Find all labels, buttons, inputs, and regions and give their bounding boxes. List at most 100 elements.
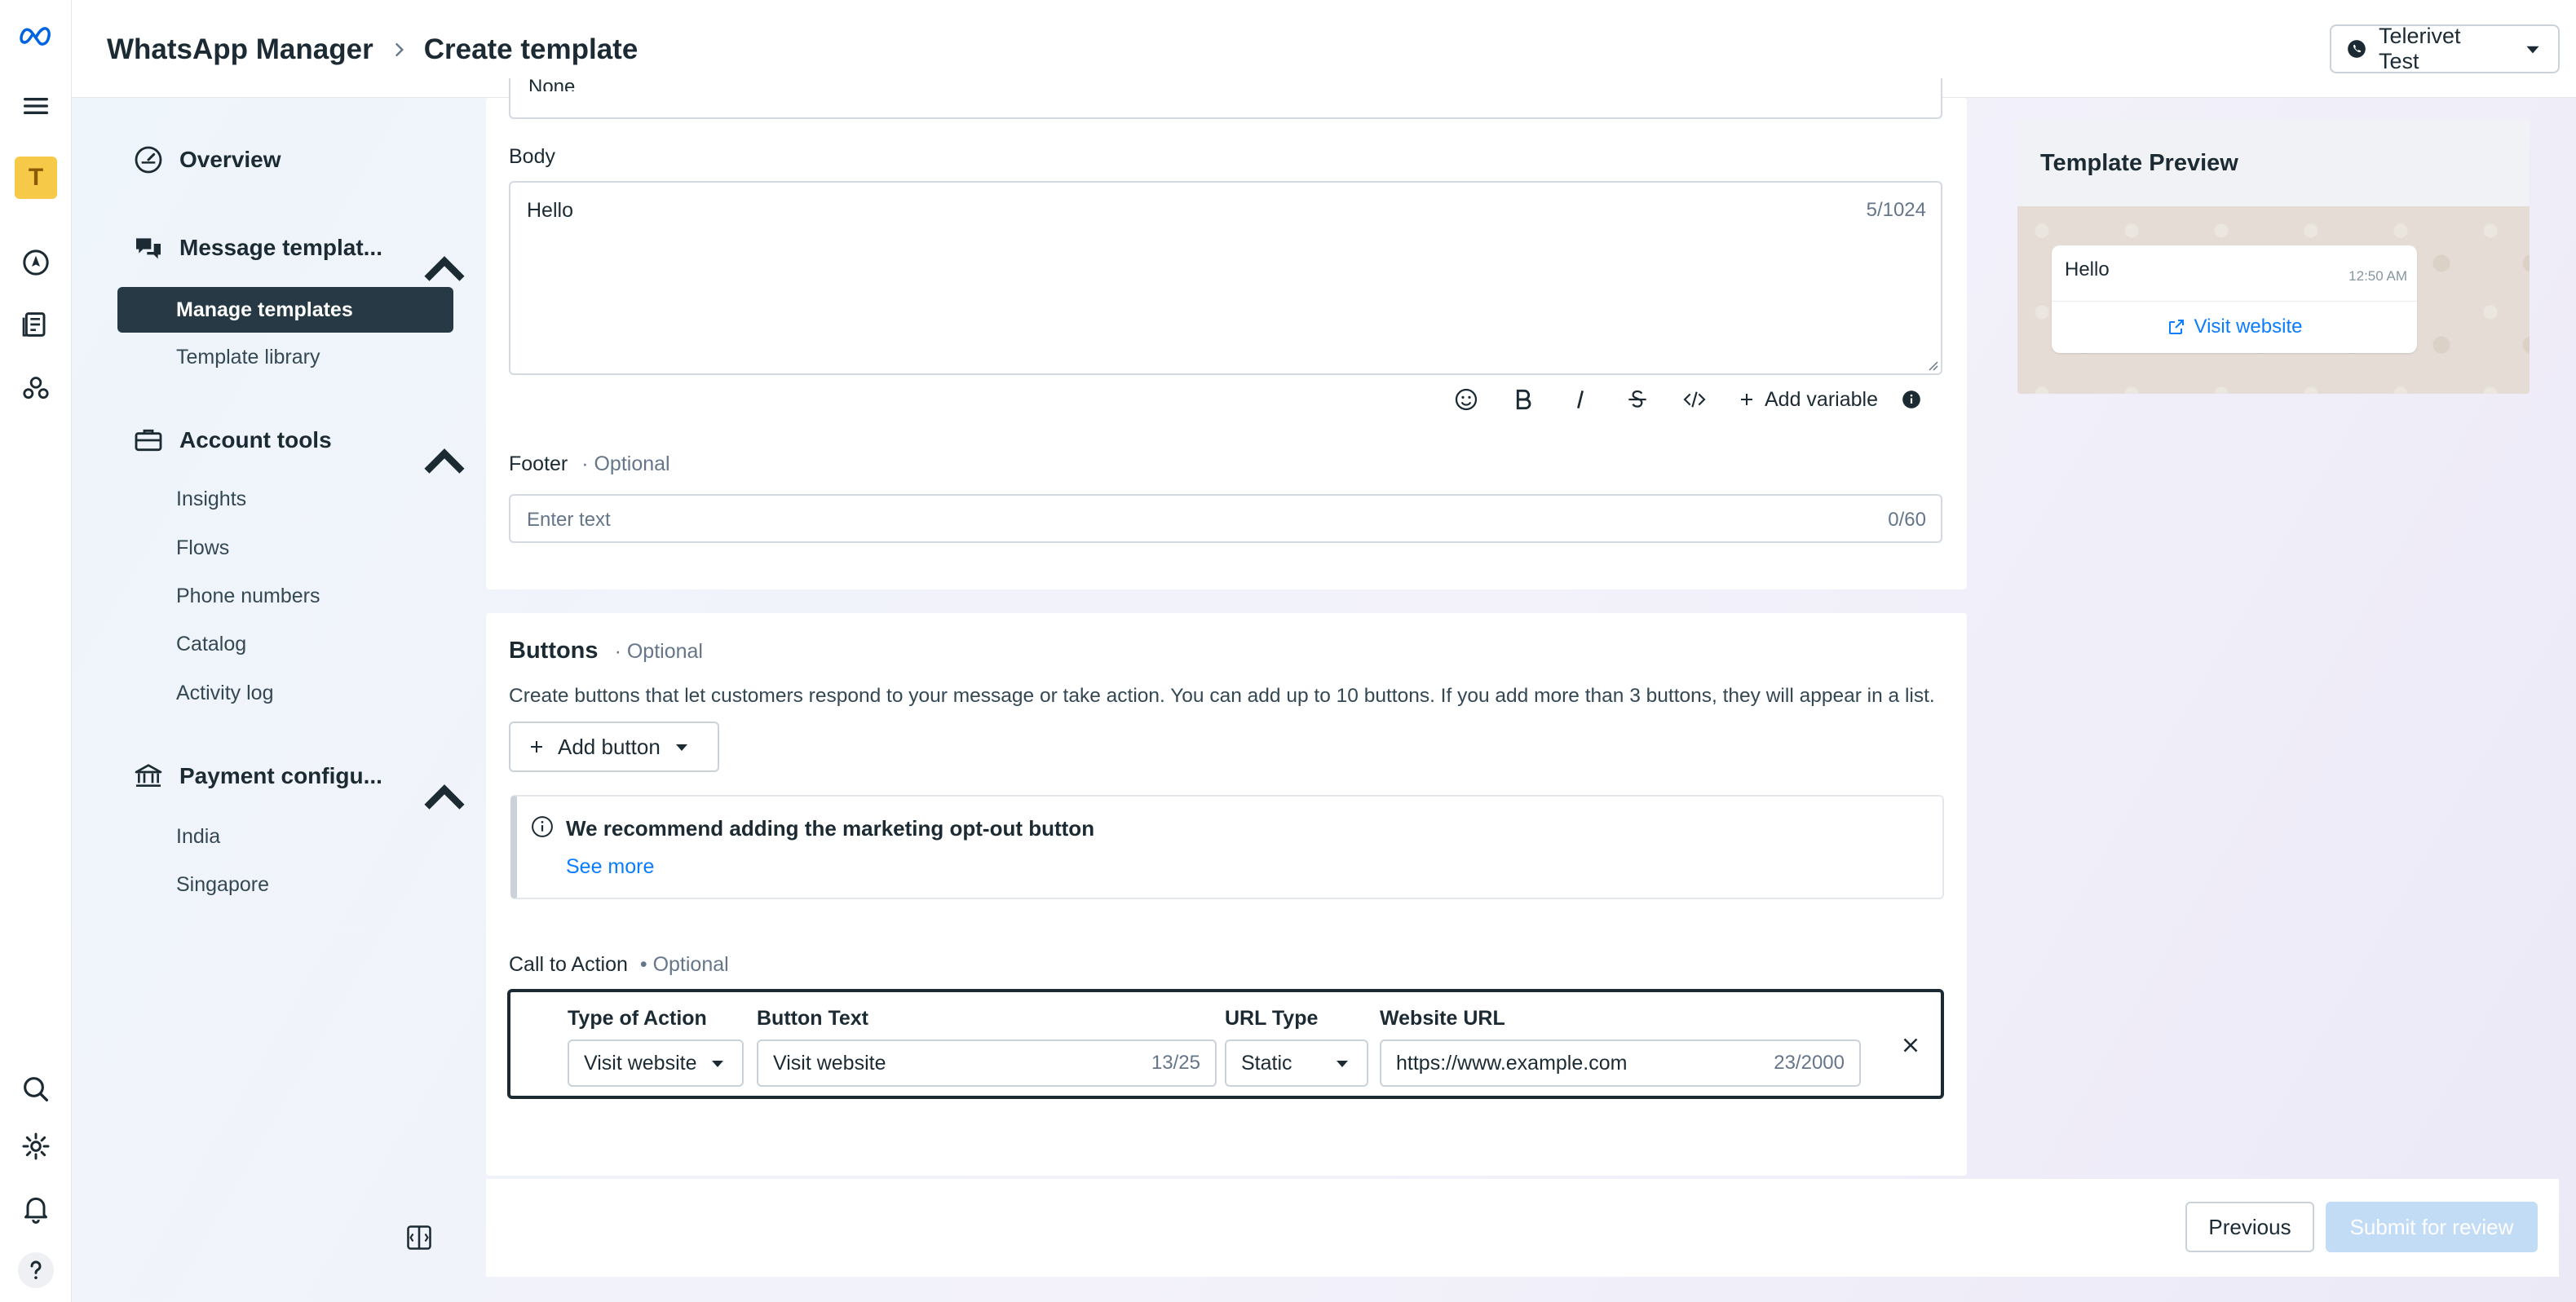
plus-icon bbox=[1737, 390, 1756, 409]
code-icon[interactable] bbox=[1680, 385, 1709, 414]
info-outline-icon bbox=[530, 814, 555, 839]
page-title: Create template bbox=[423, 33, 638, 65]
sidebar-item-india[interactable]: India bbox=[176, 825, 220, 849]
header-select-value: None bbox=[528, 78, 576, 91]
business-assets-icon[interactable] bbox=[18, 370, 54, 406]
call-to-action-label: Call to Action • Optional bbox=[509, 953, 729, 977]
gear-icon[interactable] bbox=[18, 1128, 54, 1164]
bell-icon[interactable] bbox=[18, 1190, 54, 1226]
buttons-section-title: Buttons · Optional bbox=[509, 638, 703, 664]
bottom-action-bar: Previous Submit for review bbox=[486, 1179, 2559, 1277]
cta-optional-tag: • Optional bbox=[639, 953, 729, 976]
website-url-label: Website URL bbox=[1380, 1007, 1505, 1030]
preview-message-text: Hello bbox=[2065, 258, 2110, 280]
url-type-value: Static bbox=[1241, 1051, 1292, 1075]
sidebar-label-message-templates: Message templat... bbox=[179, 235, 382, 260]
body-text-value: Hello bbox=[527, 199, 573, 222]
chevron-up-icon[interactable] bbox=[409, 763, 479, 833]
sidebar-item-manage-templates[interactable]: Manage templates bbox=[117, 287, 453, 333]
preview-timestamp: 12:50 AM bbox=[2348, 268, 2407, 284]
account-avatar[interactable]: T bbox=[15, 157, 57, 199]
header-select[interactable]: None bbox=[509, 78, 1942, 119]
close-icon[interactable] bbox=[1898, 1033, 1923, 1057]
help-icon[interactable] bbox=[18, 1252, 54, 1288]
buttons-optional-tag: · Optional bbox=[614, 640, 703, 663]
preview-visit-website-button[interactable]: Visit website bbox=[2052, 302, 2417, 351]
button-text-input[interactable]: Visit website 13/25 bbox=[757, 1039, 1217, 1087]
sidebar-item-payment-configuration[interactable]: Payment configu... bbox=[132, 760, 382, 792]
footer-placeholder: Enter text bbox=[527, 509, 611, 531]
button-text-label: Button Text bbox=[757, 1007, 869, 1030]
footer-char-counter: 0/60 bbox=[1888, 509, 1926, 531]
sidebar: Overview Message templat... Manage templ… bbox=[72, 98, 479, 1302]
resize-handle-icon[interactable] bbox=[1926, 359, 1939, 372]
body-textarea[interactable]: Hello 5/1024 bbox=[509, 181, 1942, 375]
add-variable-button[interactable]: Add variable bbox=[1737, 388, 1878, 412]
chevron-right-icon bbox=[388, 39, 409, 60]
buttons-description: Create buttons that let customers respon… bbox=[509, 685, 1935, 707]
emoji-icon[interactable] bbox=[1451, 385, 1481, 414]
preview-button-label: Visit website bbox=[2194, 316, 2303, 338]
sidebar-item-singapore[interactable]: Singapore bbox=[176, 873, 269, 897]
global-rail: T bbox=[0, 0, 72, 1302]
url-type-label: URL Type bbox=[1225, 1007, 1319, 1030]
banner-title: We recommend adding the marketing opt-ou… bbox=[566, 816, 1095, 841]
chat-bubbles-icon bbox=[132, 232, 165, 264]
buttons-title-text: Buttons bbox=[509, 638, 599, 664]
sidebar-item-insights[interactable]: Insights bbox=[176, 488, 246, 511]
compass-icon[interactable] bbox=[18, 245, 54, 280]
whatsapp-icon bbox=[2346, 38, 2367, 60]
sidebar-label-account-tools: Account tools bbox=[179, 427, 332, 452]
caret-down-icon bbox=[712, 1061, 723, 1067]
chevron-up-icon[interactable] bbox=[409, 427, 479, 497]
strikethrough-icon[interactable] bbox=[1623, 385, 1652, 414]
see-more-link[interactable]: See more bbox=[566, 855, 654, 879]
sidebar-item-catalog[interactable]: Catalog bbox=[176, 633, 246, 656]
type-of-action-value: Visit website bbox=[584, 1051, 697, 1075]
dashboard-gauge-icon bbox=[132, 143, 165, 176]
cta-label-text: Call to Action bbox=[509, 953, 628, 976]
button-text-counter: 13/25 bbox=[1151, 1052, 1200, 1074]
plus-icon bbox=[527, 737, 546, 757]
account-name: Telerivet Test bbox=[2379, 24, 2461, 73]
breadcrumb: WhatsApp Manager Create template bbox=[107, 29, 638, 70]
cta-button-row: Type of Action Button Text URL Type Webs… bbox=[507, 989, 1944, 1099]
previous-button[interactable]: Previous bbox=[2185, 1202, 2314, 1252]
template-preview-title: Template Preview bbox=[2017, 120, 2530, 206]
button-text-value: Visit website bbox=[773, 1051, 886, 1075]
briefcase-icon bbox=[132, 424, 165, 457]
sidebar-item-template-library[interactable]: Template library bbox=[176, 346, 320, 369]
body-format-toolbar: Add variable bbox=[1451, 385, 1922, 414]
italic-icon[interactable] bbox=[1566, 385, 1595, 414]
bank-icon bbox=[132, 760, 165, 792]
sidebar-item-account-tools[interactable]: Account tools bbox=[132, 424, 332, 457]
sidebar-item-flows[interactable]: Flows bbox=[176, 536, 229, 560]
sidebar-item-phone-numbers[interactable]: Phone numbers bbox=[176, 585, 320, 608]
add-button-label: Add button bbox=[558, 734, 661, 759]
bold-icon[interactable] bbox=[1509, 385, 1538, 414]
menu-icon[interactable] bbox=[18, 88, 54, 124]
footer-input[interactable]: Enter text 0/60 bbox=[509, 494, 1942, 543]
add-variable-label: Add variable bbox=[1765, 387, 1878, 411]
sidebar-item-activity-log[interactable]: Activity log bbox=[176, 682, 273, 705]
type-of-action-select[interactable]: Visit website bbox=[568, 1039, 744, 1087]
footer-label: Footer · Optional bbox=[509, 452, 670, 476]
breadcrumb-whatsapp-manager[interactable]: WhatsApp Manager bbox=[107, 33, 373, 66]
caret-down-icon bbox=[2522, 38, 2543, 60]
info-icon[interactable] bbox=[1901, 389, 1922, 410]
submit-for-review-button[interactable]: Submit for review bbox=[2326, 1202, 2538, 1252]
template-preview-panel: Template Preview Hello 12:50 AM Visit we… bbox=[2017, 120, 2530, 394]
url-type-select[interactable]: Static bbox=[1225, 1039, 1368, 1087]
preview-chat-background: Hello 12:50 AM Visit website bbox=[2017, 206, 2530, 394]
add-button-dropdown[interactable]: Add button bbox=[509, 722, 719, 772]
sidebar-label-overview: Overview bbox=[179, 147, 281, 172]
meta-logo-icon[interactable] bbox=[18, 18, 54, 54]
account-switcher-button[interactable]: Telerivet Test bbox=[2330, 24, 2560, 73]
pages-icon[interactable] bbox=[18, 307, 54, 342]
website-url-input[interactable]: https://www.example.com 23/2000 bbox=[1380, 1039, 1861, 1087]
search-icon[interactable] bbox=[18, 1071, 54, 1107]
sidebar-item-overview[interactable]: Overview bbox=[132, 143, 281, 176]
opt-out-recommendation-banner: We recommend adding the marketing opt-ou… bbox=[510, 795, 1944, 899]
collapse-sidebar-icon[interactable] bbox=[404, 1223, 434, 1252]
external-link-icon bbox=[2167, 317, 2186, 337]
